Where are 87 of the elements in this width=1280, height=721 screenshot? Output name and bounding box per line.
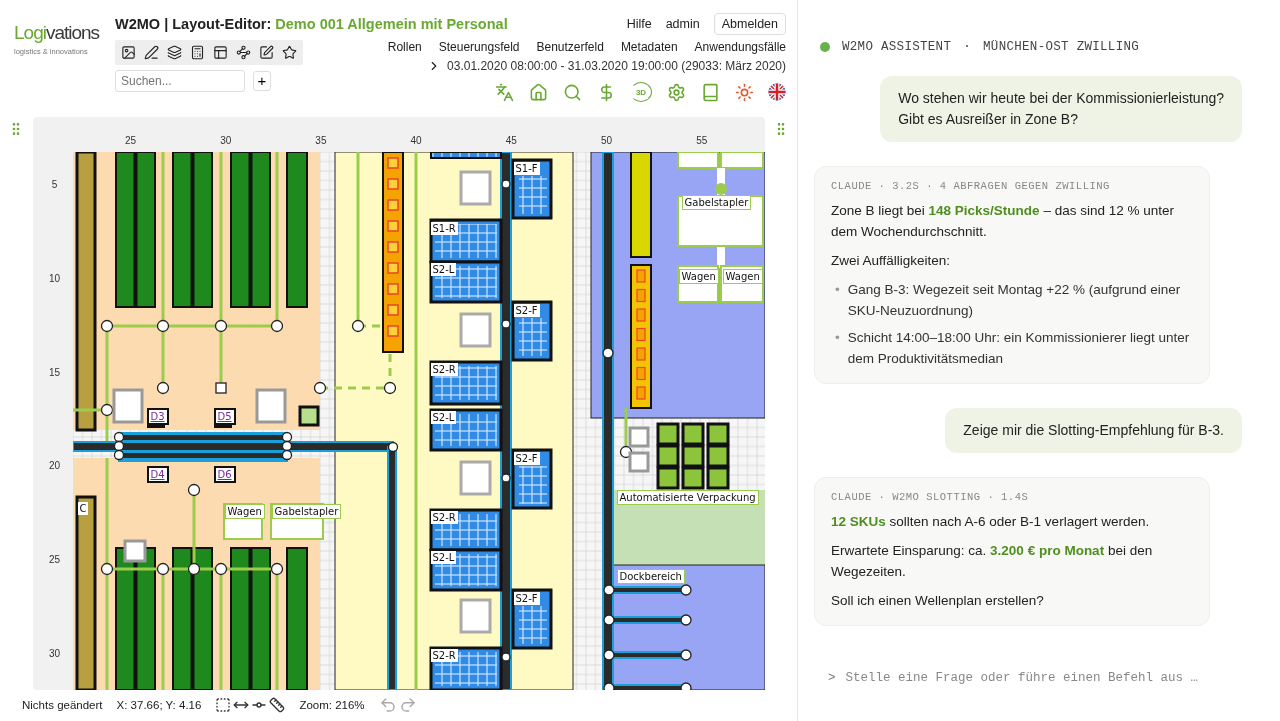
area-label: Wagen bbox=[224, 504, 265, 519]
rack-label: S2-L bbox=[430, 263, 457, 276]
user-message: Wo stehen wir heute bei der Kommissionierleistung? Gibt es Ausreißer in Zone B? bbox=[880, 76, 1242, 142]
ruler-tick: 30 bbox=[48, 647, 61, 659]
ruler-tick: 15 bbox=[48, 366, 61, 378]
ruler-tick: 45 bbox=[505, 134, 517, 146]
cursor-coordinates: X: 37.66; Y: 4.16 bbox=[116, 699, 202, 711]
area-label: Dockbereich bbox=[616, 569, 685, 584]
translate-icon[interactable] bbox=[494, 82, 514, 102]
layers-icon[interactable] bbox=[166, 44, 183, 61]
message-text: Zwei Auffälligkeiten: bbox=[831, 252, 952, 270]
rack-label: S2-F bbox=[513, 592, 540, 605]
rack-label: S2-R bbox=[430, 511, 458, 524]
calculator-icon[interactable] bbox=[189, 44, 206, 61]
ruler-tick: 25 bbox=[124, 134, 137, 146]
sunburst-icon[interactable] bbox=[734, 82, 754, 102]
ruler-tick: 55 bbox=[696, 134, 708, 146]
edit-icon[interactable] bbox=[258, 44, 275, 61]
nodes-icon[interactable] bbox=[235, 44, 252, 61]
image-icon[interactable] bbox=[120, 44, 137, 61]
message-text: Soll ich einen Wellenplan erstellen? bbox=[831, 592, 1045, 610]
ruler-tick: 30 bbox=[220, 134, 232, 146]
area-label: Wagen bbox=[678, 269, 719, 284]
ruler-icon[interactable] bbox=[269, 697, 286, 713]
uk-flag-icon[interactable] bbox=[768, 83, 786, 101]
home-icon[interactable] bbox=[528, 82, 548, 102]
message-meta: CLAUDE · W2MO SLOTTING · 1.4S bbox=[831, 491, 1030, 503]
nav-menu-item[interactable]: Anwendungsfälle bbox=[694, 40, 786, 54]
period-range: 03.01.2020 08:00:00 - 31.03.2020 19:00:00 (29033: März 2020) bbox=[447, 59, 786, 73]
logo-wordmark: Logivations bbox=[14, 21, 100, 45]
area-label: Automatisierte Verpackung bbox=[616, 490, 759, 505]
rack-label: S1-R bbox=[430, 222, 458, 235]
ruler-tick: 40 bbox=[410, 134, 422, 146]
selection-icon[interactable] bbox=[215, 697, 232, 713]
bullet-item: Gang B-3: Wegezeit seit Montag +22 % (aufgrund einer SKU-Neuzuordnung) bbox=[847, 281, 1182, 320]
assistant-context: MÜNCHEN-OST ZWILLING bbox=[983, 40, 1140, 54]
rack-label: S2-L bbox=[430, 411, 457, 424]
area-label: Wagen bbox=[722, 269, 763, 284]
rack-label: S2-R bbox=[430, 363, 458, 376]
layout-icon[interactable] bbox=[212, 44, 229, 61]
assistant-title: W2MO ASSISTENT bbox=[842, 40, 952, 54]
nav-menu-item[interactable]: Benutzerfeld bbox=[536, 40, 604, 54]
ruler-tick: 35 bbox=[315, 134, 327, 146]
header-link[interactable]: Hilfe bbox=[626, 17, 652, 31]
editor-title: W2MO | Layout-Editor: Demo 001 Allgemein mit Personal bbox=[115, 16, 508, 32]
nav-menu-item[interactable]: Steuerungsfeld bbox=[438, 40, 520, 54]
ruler-tick: 50 bbox=[600, 134, 613, 146]
nav-menu-item[interactable]: Rollen bbox=[387, 40, 422, 54]
chat-input-field[interactable]: Stelle eine Frage oder führe einen Befehl aus … bbox=[843, 670, 1280, 686]
pen-icon[interactable] bbox=[143, 44, 160, 61]
area-label: Gabelstapler bbox=[681, 195, 752, 210]
zoom-level: Zoom: 216% bbox=[299, 699, 365, 711]
ruler-tick: 25 bbox=[48, 553, 61, 565]
dock-label: D6 bbox=[213, 466, 236, 483]
add-button[interactable]: + bbox=[253, 71, 271, 91]
search-icon[interactable] bbox=[562, 82, 582, 102]
rack-label: S2-L bbox=[430, 551, 457, 564]
logout-button[interactable]: Abmelden bbox=[713, 13, 786, 35]
message-text: 12 SKUs sollten nach A-6 oder B-1 verlagert werden. bbox=[831, 513, 1151, 531]
bullet-item: Schicht 14:00–18:00 Uhr: ein Kommissionierer liegt unter dem Produktivitätsmedian bbox=[847, 329, 1191, 368]
header-link[interactable]: admin bbox=[665, 17, 700, 31]
nav-menu-item[interactable]: Metadaten bbox=[620, 40, 678, 54]
search-field[interactable]: Suchen... bbox=[115, 70, 245, 92]
star-icon[interactable] bbox=[281, 44, 298, 61]
rack-label: C bbox=[77, 502, 89, 515]
rack-label: S1-F bbox=[513, 162, 540, 175]
book-icon[interactable] bbox=[700, 82, 720, 102]
bullet-marker: • bbox=[835, 329, 840, 347]
rack-label: S2-R bbox=[430, 649, 458, 662]
rack-label: S2-F bbox=[513, 304, 540, 317]
change-status: Nichts geändert bbox=[22, 699, 103, 711]
user-message: Zeige mir die Slotting-Empfehlung für B-3. bbox=[945, 408, 1242, 453]
prompt-symbol: > bbox=[828, 671, 836, 685]
area-label: Gabelstapler bbox=[271, 504, 342, 519]
bullet-marker: • bbox=[835, 281, 840, 299]
dock-label: D5 bbox=[213, 408, 236, 425]
dock-label: D3 bbox=[146, 408, 169, 425]
message-meta: CLAUDE · 3.2S · 4 ABFRAGEN GEGEN ZWILLING bbox=[831, 180, 1111, 192]
message-text: Erwartete Einsparung: ca. 3.200 € pro Monat bei den Wegezeiten. bbox=[831, 542, 1154, 581]
dock-label: D4 bbox=[146, 466, 169, 483]
ruler-tick: 5 bbox=[51, 178, 58, 190]
ruler-tick: 10 bbox=[48, 272, 61, 284]
rack-label: S2-F bbox=[513, 452, 540, 465]
settings-icon[interactable] bbox=[666, 82, 686, 102]
message-text: Zone B liegt bei 148 Picks/Stunde – das sind 12 % unter dem Wochendurchschnitt. bbox=[831, 202, 1175, 241]
separator-dot: · bbox=[963, 40, 972, 54]
ruler-tick: 20 bbox=[48, 459, 61, 471]
